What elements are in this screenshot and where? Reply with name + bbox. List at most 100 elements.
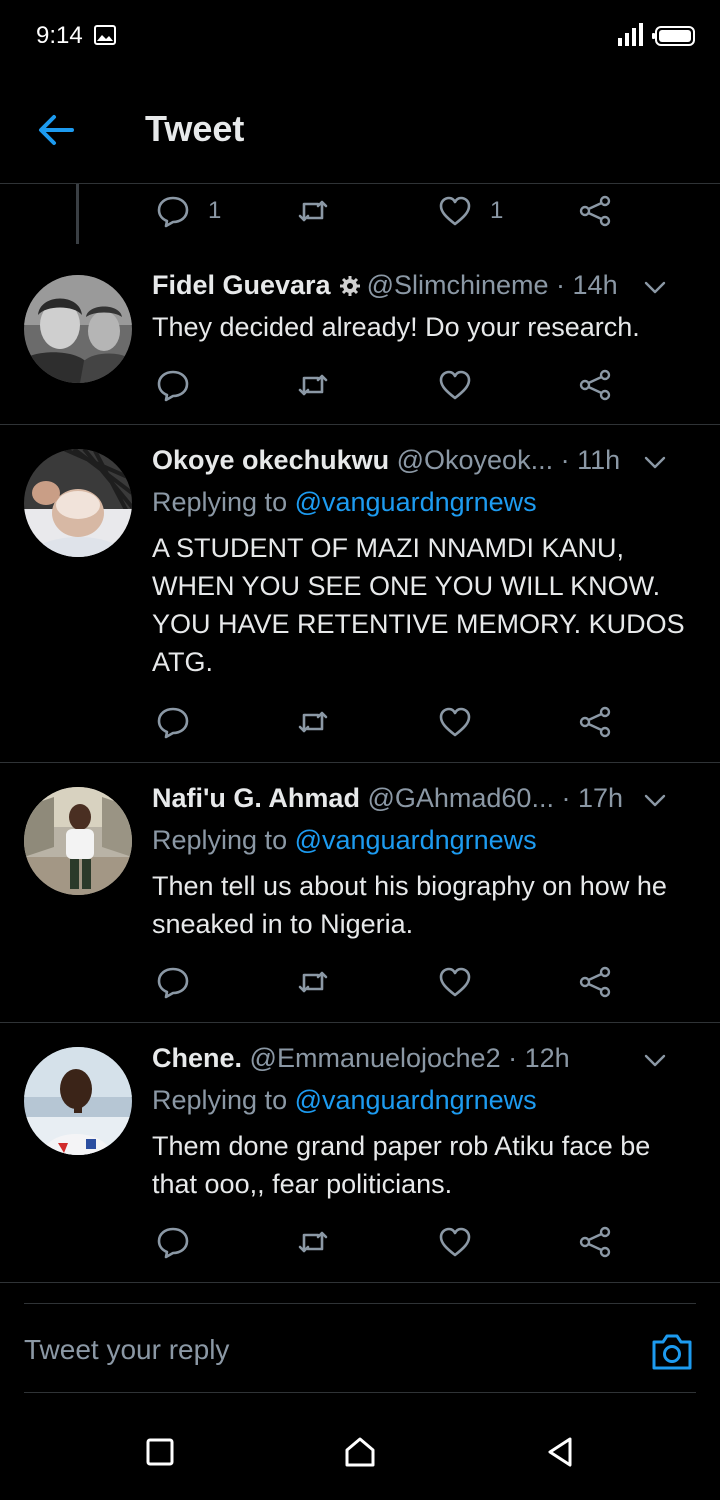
retweet-icon bbox=[298, 711, 328, 733]
author-handle-time: @GAhmad60... · 17h bbox=[367, 783, 623, 813]
heart-icon bbox=[439, 967, 471, 997]
retweet-button[interactable] bbox=[296, 186, 330, 236]
heart-icon bbox=[439, 707, 471, 737]
tweet-header: Fidel Guevara @Slimchineme · 14h bbox=[152, 270, 696, 310]
author-name[interactable]: Fidel Guevara bbox=[152, 270, 331, 300]
recent-apps-icon[interactable] bbox=[142, 1434, 178, 1470]
retweet-icon bbox=[298, 1231, 328, 1253]
reply-icon bbox=[157, 1227, 189, 1259]
retweet-icon bbox=[298, 374, 328, 396]
mention-link[interactable]: @vanguardngrnews bbox=[295, 1085, 537, 1115]
share-button[interactable] bbox=[578, 360, 612, 410]
reply-button[interactable]: 1 bbox=[156, 186, 221, 236]
like-button[interactable] bbox=[438, 957, 472, 1007]
reply-input[interactable]: Tweet your reply bbox=[24, 1334, 229, 1366]
replying-to: Replying to @vanguardngrnews bbox=[152, 825, 537, 856]
battery-icon bbox=[652, 26, 695, 46]
author-handle-time: @Emmanuelojoche2 · 12h bbox=[249, 1043, 570, 1073]
parent-tweet-actions: 1 1 bbox=[0, 186, 720, 236]
tweet-header: Chene. @Emmanuelojoche2 · 12h bbox=[152, 1043, 696, 1083]
author-name[interactable]: Chene. bbox=[152, 1043, 242, 1073]
like-button[interactable] bbox=[438, 697, 472, 747]
avatar[interactable] bbox=[24, 1047, 132, 1155]
tweet-item[interactable]: Nafi'u G. Ahmad @GAhmad60... · 17h Reply… bbox=[0, 763, 720, 1023]
like-button[interactable] bbox=[438, 1217, 472, 1267]
retweet-button[interactable] bbox=[296, 360, 330, 410]
reply-button[interactable] bbox=[156, 697, 190, 747]
chevron-down-icon[interactable] bbox=[642, 274, 668, 300]
avatar[interactable] bbox=[24, 449, 132, 557]
replying-label: Replying to bbox=[152, 825, 295, 855]
avatar-image bbox=[24, 787, 132, 895]
retweet-button[interactable] bbox=[296, 697, 330, 747]
status-time: 9:14 bbox=[36, 22, 83, 49]
avatar[interactable] bbox=[24, 787, 132, 895]
top-app-bar: Tweet bbox=[0, 90, 720, 184]
replying-to: Replying to @vanguardngrnews bbox=[152, 1085, 537, 1116]
tweet-item[interactable]: Okoye okechukwu @Okoyeok... · 11h Replyi… bbox=[0, 425, 720, 763]
share-button[interactable] bbox=[578, 957, 612, 1007]
tweet-text: Them done grand paper rob Atiku face be … bbox=[152, 1131, 651, 1199]
like-button[interactable] bbox=[438, 360, 472, 410]
avatar-image bbox=[24, 449, 132, 557]
author-name[interactable]: Nafi'u G. Ahmad bbox=[152, 783, 360, 813]
heart-icon bbox=[439, 370, 471, 400]
share-button[interactable] bbox=[578, 697, 612, 747]
tweet-actions bbox=[0, 1217, 720, 1267]
share-button[interactable] bbox=[578, 186, 612, 236]
retweet-button[interactable] bbox=[296, 957, 330, 1007]
share-button[interactable] bbox=[578, 1217, 612, 1267]
reply-icon bbox=[157, 967, 189, 999]
tweet-text: They decided already! Do your research. bbox=[152, 312, 640, 342]
tweet-text: Then tell us about his biography on how … bbox=[152, 871, 667, 939]
share-icon bbox=[579, 706, 611, 738]
gear-badge-icon bbox=[339, 276, 360, 296]
tweet-item[interactable]: Chene. @Emmanuelojoche2 · 12h Replying t… bbox=[0, 1023, 720, 1283]
gallery-notification-icon bbox=[94, 25, 116, 45]
share-icon bbox=[579, 195, 611, 227]
mention-link[interactable]: @vanguardngrnews bbox=[295, 825, 537, 855]
replying-to: Replying to @vanguardngrnews bbox=[152, 487, 537, 518]
author-name[interactable]: Okoye okechukwu bbox=[152, 445, 389, 475]
replying-label: Replying to bbox=[152, 1085, 295, 1115]
tweet-header: Okoye okechukwu @Okoyeok... · 11h bbox=[152, 445, 696, 485]
retweet-button[interactable] bbox=[296, 1217, 330, 1267]
tweet-actions bbox=[0, 957, 720, 1007]
chevron-down-icon[interactable] bbox=[642, 449, 668, 475]
reply-count: 1 bbox=[208, 197, 222, 224]
tweet-actions bbox=[0, 697, 720, 747]
reply-icon bbox=[157, 370, 189, 402]
like-button[interactable]: 1 bbox=[438, 186, 503, 236]
signal-icon bbox=[618, 23, 643, 46]
chevron-down-icon[interactable] bbox=[642, 787, 668, 813]
system-nav-bar bbox=[0, 1410, 720, 1500]
reply-button[interactable] bbox=[156, 360, 190, 410]
share-icon bbox=[579, 369, 611, 401]
chevron-down-icon[interactable] bbox=[642, 1047, 668, 1073]
like-count: 1 bbox=[490, 197, 504, 224]
tweet-item[interactable]: Fidel Guevara @Slimchineme · 14h They dec… bbox=[0, 250, 720, 425]
camera-icon[interactable] bbox=[650, 1332, 694, 1372]
tweet-actions bbox=[0, 360, 720, 410]
retweet-icon bbox=[298, 971, 328, 993]
avatar-image bbox=[24, 1047, 132, 1155]
back-button[interactable] bbox=[34, 110, 78, 150]
author-handle-time: @Okoyeok... · 11h bbox=[396, 445, 621, 475]
replying-label: Replying to bbox=[152, 487, 295, 517]
reply-button[interactable] bbox=[156, 1217, 190, 1267]
reply-button[interactable] bbox=[156, 957, 190, 1007]
arrow-left-icon bbox=[39, 115, 74, 145]
reply-composer: Tweet your reply bbox=[24, 1303, 696, 1393]
tweet-text: A STUDENT OF MAZI NNAMDI KANU, WHEN YOU … bbox=[152, 533, 685, 677]
author-handle-time: @Slimchineme · 14h bbox=[366, 270, 618, 300]
status-bar: 9:14 bbox=[0, 0, 720, 72]
heart-icon bbox=[439, 1227, 471, 1257]
share-icon bbox=[579, 1226, 611, 1258]
tweet-header: Nafi'u G. Ahmad @GAhmad60... · 17h bbox=[152, 783, 696, 823]
reply-icon bbox=[157, 707, 189, 739]
mention-link[interactable]: @vanguardngrnews bbox=[295, 487, 537, 517]
page-title: Tweet bbox=[145, 108, 245, 149]
home-icon[interactable] bbox=[342, 1434, 378, 1470]
retweet-icon bbox=[298, 200, 328, 222]
back-triangle-icon[interactable] bbox=[542, 1434, 578, 1470]
